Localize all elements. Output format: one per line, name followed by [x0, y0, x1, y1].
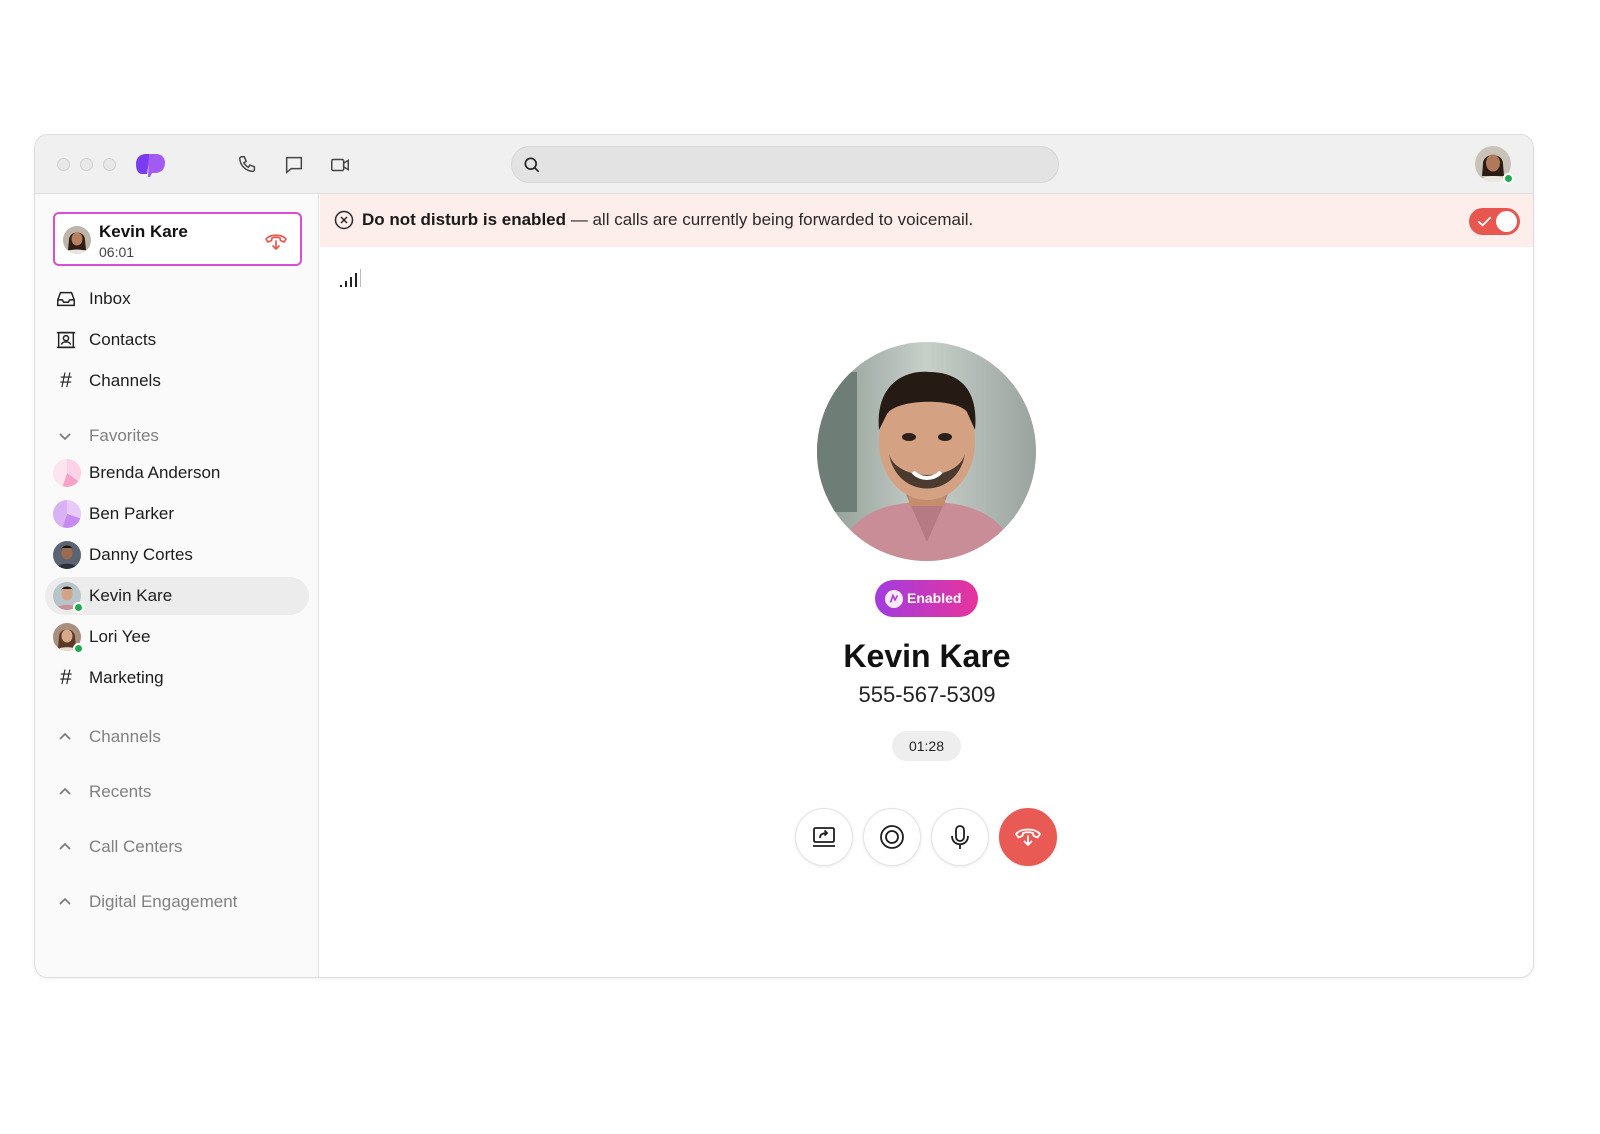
user-avatar[interactable] [1475, 146, 1514, 184]
active-call-name: Kevin Kare [99, 222, 188, 241]
check-icon [1477, 216, 1492, 227]
app-window: Kevin Kare 06:01 Inbox Contacts # Channe… [34, 134, 1534, 978]
online-status-dot [1503, 173, 1514, 184]
screen-share-icon [813, 827, 835, 847]
dialpad-logo-icon[interactable] [133, 151, 167, 177]
caller-number: 555-567-5309 [858, 682, 996, 707]
dnd-toggle[interactable] [1469, 208, 1520, 235]
toggle-knob [1496, 211, 1517, 232]
mute-button[interactable] [931, 808, 989, 866]
sidebar-item-inbox[interactable]: Inbox [45, 280, 309, 318]
hang-up-icon [1015, 828, 1041, 846]
avatar [53, 459, 81, 487]
call-panel: Do not disturb is enabled — all calls ar… [320, 194, 1533, 977]
favorite-item-label: Brenda Anderson [89, 463, 221, 482]
title-bar [35, 135, 1533, 194]
recents-section-header[interactable]: Recents [45, 777, 309, 807]
favorite-item-label: Danny Cortes [89, 545, 193, 564]
section-label: Channels [89, 727, 161, 746]
window-close-button[interactable] [57, 158, 70, 171]
favorite-item-label: Ben Parker [89, 504, 175, 523]
end-call-button[interactable] [999, 808, 1057, 866]
call-duration: 01:28 [892, 731, 961, 761]
record-button[interactable] [863, 808, 921, 866]
hash-icon: # [60, 369, 72, 392]
search-bar[interactable] [511, 146, 1059, 183]
window-zoom-button[interactable] [103, 158, 116, 171]
favorite-item-kevin-kare[interactable]: Kevin Kare [45, 577, 309, 615]
avatar [63, 226, 91, 254]
chevron-down-icon [59, 433, 71, 441]
search-icon [524, 157, 540, 173]
contacts-icon [55, 329, 77, 351]
avatar [53, 500, 81, 528]
dnd-banner: Do not disturb is enabled — all calls ar… [320, 194, 1533, 247]
status-badge: Enabled [875, 580, 978, 617]
digital-engagement-section-header[interactable]: Digital Engagement [45, 887, 309, 917]
chat-icon[interactable] [281, 152, 307, 178]
hash-icon: # [60, 666, 72, 689]
search-input[interactable] [552, 147, 1052, 182]
favorite-item-brenda-anderson[interactable]: Brenda Anderson [45, 454, 309, 492]
sidebar-item-label: Channels [89, 371, 161, 390]
online-status-dot [73, 643, 84, 654]
dnd-message-bold: Do not disturb is enabled [362, 210, 567, 229]
section-label: Recents [89, 782, 152, 801]
avatar [53, 541, 81, 569]
sidebar-item-contacts[interactable]: Contacts [45, 321, 309, 359]
sidebar: Kevin Kare 06:01 Inbox Contacts # Channe… [35, 194, 319, 977]
channels-section-header[interactable]: Channels [45, 722, 309, 752]
sidebar-item-label: Contacts [89, 330, 157, 349]
caller-photo [817, 342, 1036, 561]
favorites-section-header[interactable]: Favorites [45, 421, 309, 451]
online-status-dot [73, 602, 84, 613]
record-icon [880, 825, 904, 849]
microphone-icon [951, 825, 969, 849]
close-circle-icon [334, 210, 354, 230]
avatar [53, 582, 84, 613]
inbox-icon [55, 288, 77, 310]
call-centers-section-header[interactable]: Call Centers [45, 832, 309, 862]
sidebar-item-channels[interactable]: # Channels [45, 362, 309, 400]
chevron-up-icon [59, 732, 71, 740]
dnd-message-rest: — all calls are currently being forwarde… [566, 210, 974, 229]
active-call-card[interactable]: Kevin Kare 06:01 [53, 212, 302, 266]
dnd-message: Do not disturb is enabled — all calls ar… [362, 210, 973, 230]
caller-name: Kevin Kare [843, 638, 1011, 674]
phone-icon[interactable] [235, 152, 261, 178]
status-badge-label: Enabled [907, 590, 962, 606]
chevron-up-icon [59, 897, 71, 905]
sidebar-item-label: Inbox [89, 289, 131, 308]
signal-strength-icon [340, 269, 361, 287]
favorite-item-lori-yee[interactable]: Lori Yee [45, 618, 309, 656]
favorite-item-label: Marketing [89, 668, 164, 687]
favorite-item-ben-parker[interactable]: Ben Parker [45, 495, 309, 533]
section-label: Digital Engagement [89, 892, 238, 911]
favorite-item-label: Lori Yee [89, 627, 151, 646]
hang-up-icon[interactable] [264, 229, 288, 253]
section-label: Favorites [89, 426, 159, 445]
favorite-item-danny-cortes[interactable]: Danny Cortes [45, 536, 309, 574]
video-icon[interactable] [327, 152, 353, 178]
window-minimize-button[interactable] [80, 158, 93, 171]
favorite-item-label: Kevin Kare [89, 586, 173, 605]
avatar [53, 623, 84, 654]
chevron-up-icon [59, 842, 71, 850]
active-call-time: 06:01 [99, 244, 135, 260]
ai-logo-icon [885, 590, 903, 608]
favorite-item-marketing[interactable]: # Marketing [45, 659, 309, 697]
section-label: Call Centers [89, 837, 183, 856]
screen-share-button[interactable] [795, 808, 853, 866]
chevron-up-icon [59, 787, 71, 795]
